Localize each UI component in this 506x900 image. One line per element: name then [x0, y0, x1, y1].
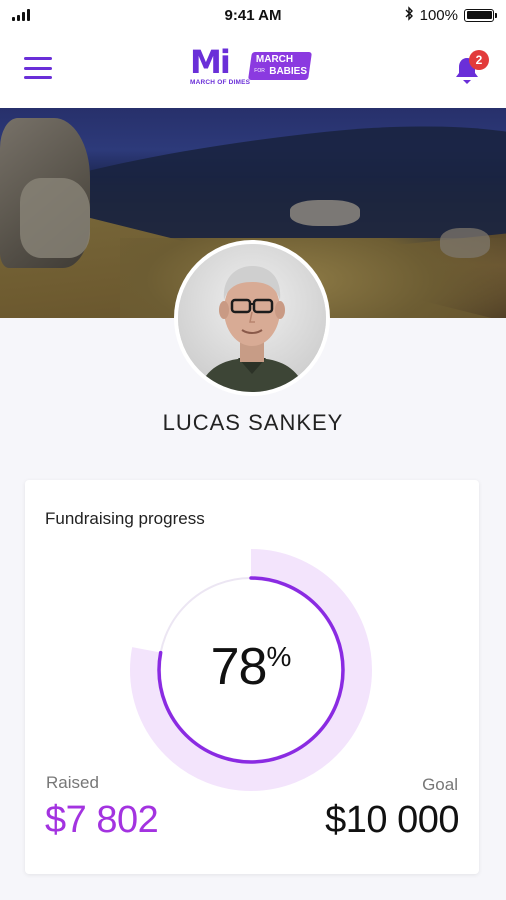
hamburger-menu-icon[interactable]	[22, 54, 54, 82]
fundraising-card: Fundraising progress 78% Raised $7 802 G…	[25, 480, 479, 874]
goal-label: Goal	[422, 775, 458, 794]
logo-secondary-bottom: BABIES	[269, 66, 308, 77]
progress-percent-sign: %	[266, 641, 292, 672]
top-nav: Mi MARCH OF DIMES MARCH FOR BABIES 2	[0, 32, 506, 108]
status-bar: 9:41 AM 100%	[0, 0, 506, 32]
raised-label: Raised	[46, 773, 99, 792]
battery-icon	[464, 8, 497, 22]
card-title: Fundraising progress	[45, 509, 205, 528]
notifications-button[interactable]: 2	[452, 50, 489, 86]
profile-name: LUCAS SANKEY	[162, 410, 344, 435]
logo-secondary-middle: FOR	[254, 68, 265, 74]
progress-percent-value: 78	[210, 638, 268, 696]
progress-ring: 78%	[128, 547, 374, 793]
logo-mark: Mi	[190, 43, 231, 81]
bluetooth-icon	[404, 6, 414, 24]
notification-badge: 2	[469, 50, 489, 70]
logo-secondary-top: MARCH	[255, 54, 294, 65]
raised-value: $7 802	[45, 799, 159, 841]
battery-percent: 100%	[419, 6, 458, 24]
march-for-babies-logo: MARCH FOR BABIES	[248, 52, 312, 80]
goal-value: $10 000	[325, 799, 459, 841]
logo-caption: MARCH OF DIMES	[190, 79, 251, 86]
avatar[interactable]	[174, 240, 330, 396]
march-of-dimes-logo: Mi MARCH OF DIMES	[190, 43, 250, 92]
app-logo: Mi MARCH OF DIMES MARCH FOR BABIES	[190, 44, 320, 92]
progress-percent: 78%	[128, 637, 374, 697]
